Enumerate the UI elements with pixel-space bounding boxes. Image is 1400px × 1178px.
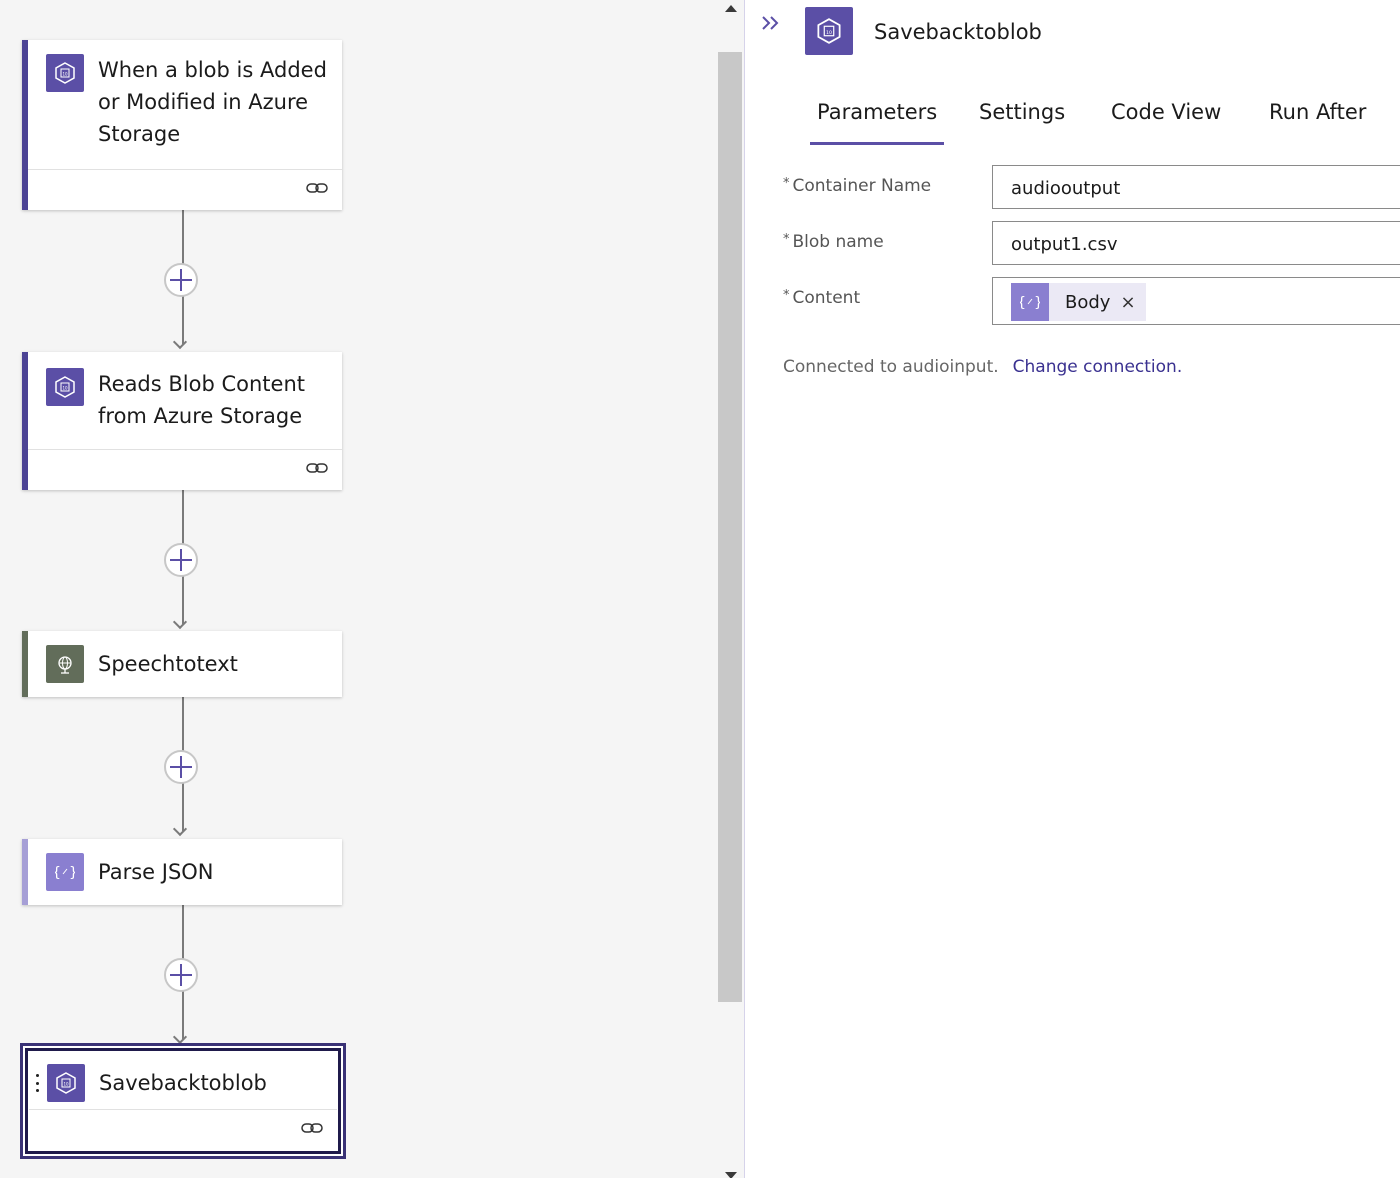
svg-text:10: 10: [826, 30, 832, 36]
field-label-text: Content: [792, 288, 861, 308]
tab-settings[interactable]: Settings: [972, 96, 1072, 145]
scrollbar-thumb[interactable]: [718, 52, 742, 1002]
insert-step-button[interactable]: [164, 543, 198, 577]
insert-step-button[interactable]: [164, 750, 198, 784]
link-icon[interactable]: [301, 1120, 323, 1139]
connection-info: Connected to audioinput. Change connectio…: [783, 357, 1182, 377]
svg-text:10: 10: [63, 1082, 69, 1087]
required-marker: *: [783, 232, 790, 247]
step-card-read-blob[interactable]: 10 Reads Blob Content from Azure Storage: [22, 352, 342, 490]
dynamic-content-token[interactable]: { } Body ×: [1011, 283, 1146, 321]
azure-blob-icon: 10: [46, 54, 84, 92]
globe-icon: [46, 645, 84, 683]
content-label: * Content: [783, 288, 860, 308]
azure-blob-icon: 10: [805, 7, 853, 55]
container-name-input[interactable]: audiooutput: [992, 165, 1400, 209]
designer-canvas: 10 When a blob is Added or Modified in A…: [0, 0, 744, 1178]
connection-text: Connected to audioinput.: [783, 357, 999, 377]
canvas-scrollbar[interactable]: [718, 0, 744, 1178]
plus-icon: [170, 549, 192, 571]
panel-title[interactable]: Savebacktoblob: [874, 20, 1042, 44]
content-input[interactable]: { } Body ×: [992, 277, 1400, 325]
required-marker: *: [783, 176, 790, 191]
collapse-panel-icon[interactable]: [761, 15, 781, 35]
more-options-icon[interactable]: [35, 1074, 39, 1092]
insert-step-button[interactable]: [164, 263, 198, 297]
container-name-label: * Container Name: [783, 176, 931, 196]
change-connection-link[interactable]: Change connection.: [1013, 357, 1183, 377]
blob-name-input[interactable]: output1.csv: [992, 221, 1400, 265]
insert-step-button[interactable]: [164, 958, 198, 992]
step-title: Parse JSON: [98, 860, 214, 884]
tab-run-after[interactable]: Run After: [1262, 96, 1373, 145]
scroll-up-arrow-icon[interactable]: [725, 5, 737, 12]
field-value: audiooutput: [1011, 178, 1121, 199]
field-label-text: Blob name: [792, 232, 884, 252]
step-card-footer: [29, 1109, 337, 1150]
step-card-header[interactable]: 10 Reads Blob Content from Azure Storage: [28, 352, 342, 432]
step-card-blob-trigger[interactable]: 10 When a blob is Added or Modified in A…: [22, 40, 342, 210]
connector-arrow: [172, 821, 188, 837]
step-card-header[interactable]: Speechtotext: [28, 631, 342, 697]
connector-arrow: [172, 1029, 188, 1045]
braces-icon: { }: [46, 853, 84, 891]
connector-arrow: [172, 334, 188, 350]
svg-text:10: 10: [62, 386, 68, 391]
blob-name-label: * Blob name: [783, 232, 884, 252]
svg-text:10: 10: [62, 72, 68, 77]
link-icon[interactable]: [306, 180, 328, 199]
plus-icon: [170, 269, 192, 291]
azure-blob-icon: 10: [46, 368, 84, 406]
field-label-text: Container Name: [792, 176, 932, 196]
panel-tabs: Parameters Settings Code View Run After: [810, 96, 1400, 146]
step-card-savebacktoblob[interactable]: 10 Savebacktoblob: [20, 1043, 346, 1159]
step-title: Reads Blob Content from Azure Storage: [98, 372, 305, 428]
step-card-header[interactable]: { } Parse JSON: [28, 839, 342, 905]
step-card-header[interactable]: 10 When a blob is Added or Modified in A…: [28, 40, 342, 150]
scroll-down-arrow-icon[interactable]: [725, 1172, 737, 1178]
connector-arrow: [172, 614, 188, 630]
field-value: output1.csv: [1011, 234, 1118, 255]
step-card-parse-json[interactable]: { } Parse JSON: [22, 839, 342, 905]
braces-icon: { }: [1011, 283, 1049, 321]
svg-text:{ }: { }: [1020, 295, 1040, 311]
remove-token-icon[interactable]: ×: [1120, 292, 1145, 313]
action-details-panel: 10 Savebacktoblob Parameters Settings Co…: [744, 0, 1400, 1178]
plus-icon: [170, 964, 192, 986]
step-card-footer: [28, 169, 342, 210]
step-title: Savebacktoblob: [99, 1071, 267, 1095]
token-label: Body: [1065, 291, 1111, 313]
tab-parameters[interactable]: Parameters: [810, 96, 945, 145]
step-title: When a blob is Added or Modified in Azur…: [98, 58, 327, 146]
azure-blob-icon: 10: [47, 1064, 85, 1102]
required-marker: *: [783, 288, 790, 303]
step-card-footer: [28, 449, 342, 490]
tab-code-view[interactable]: Code View: [1104, 96, 1228, 145]
link-icon[interactable]: [306, 460, 328, 479]
step-card-speechtotext[interactable]: Speechtotext: [22, 631, 342, 697]
plus-icon: [170, 756, 192, 778]
step-title: Speechtotext: [98, 652, 238, 676]
svg-text:{ }: { }: [55, 865, 75, 881]
